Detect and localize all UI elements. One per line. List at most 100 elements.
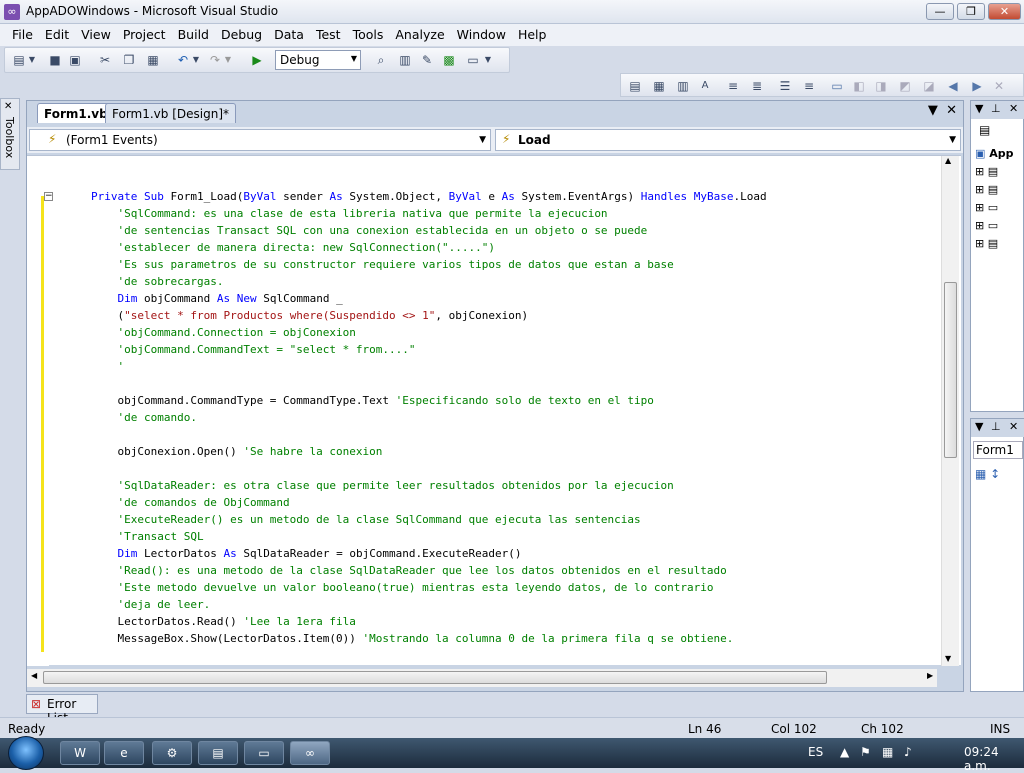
solution-configuration-select[interactable]: Debug ▼ <box>275 50 361 70</box>
tab-form1-design[interactable]: Form1.vb [Design]* <box>105 103 237 123</box>
copy-icon[interactable]: ❐ <box>121 52 137 68</box>
undo-icon[interactable]: ↶ <box>175 52 191 68</box>
explorer-taskbar-icon[interactable]: ▭ <box>244 741 284 765</box>
horizontal-scroll-thumb[interactable] <box>43 671 827 684</box>
align-centers-icon[interactable]: ▦ <box>651 78 667 94</box>
outdent-icon[interactable]: ≣ <box>749 78 765 94</box>
cut-icon[interactable]: ✂ <box>97 52 113 68</box>
paste-icon[interactable]: ▦ <box>145 52 161 68</box>
menu-help[interactable]: Help <box>512 24 553 42</box>
pin-icon[interactable]: ⊥ <box>991 102 1001 115</box>
dropdown-arrow-icon[interactable]: ▼ <box>27 52 37 68</box>
menu-window[interactable]: Window <box>451 24 512 42</box>
member-combo[interactable]: ⚡ Load ▼ <box>495 129 961 151</box>
panel-dropdown-icon[interactable]: ▼ <box>975 102 983 115</box>
bookmark-icon[interactable]: ▭ <box>829 78 845 94</box>
clock[interactable]: 09:24 a.m. <box>964 745 1024 773</box>
menu-build[interactable]: Build <box>172 24 215 42</box>
pin-icon[interactable]: ⊥ <box>991 420 1001 433</box>
toolbar-options-icon[interactable]: ▼ <box>483 52 493 68</box>
redo-dropdown-icon[interactable]: ▼ <box>223 52 233 68</box>
changed-lines-margin <box>41 196 44 652</box>
uncomment-icon[interactable]: ≡ <box>801 78 817 94</box>
notepad-taskbar-icon[interactable]: ▤ <box>198 741 238 765</box>
save-icon[interactable]: ■ <box>47 52 63 68</box>
object-combo[interactable]: ⚡ (Form1 Events) ▼ <box>29 129 491 151</box>
close-panel-icon[interactable]: ✕ <box>1009 420 1018 433</box>
next-doc-bookmark-icon[interactable]: ▶ <box>969 78 985 94</box>
categorized-icon[interactable]: ▦ ↕ <box>975 467 1000 481</box>
start-debugging-icon[interactable]: ▶ <box>249 52 265 68</box>
scroll-left-icon[interactable]: ◀ <box>31 671 37 680</box>
menu-test[interactable]: Test <box>310 24 347 42</box>
active-files-dropdown-icon[interactable]: ▼ <box>928 103 938 118</box>
word-taskbar-icon[interactable]: W <box>60 741 100 765</box>
solution-explorer-icon[interactable]: ▥ <box>397 52 413 68</box>
properties-object-select[interactable]: Form1 <box>973 441 1023 459</box>
code-token: sender <box>283 190 330 203</box>
vertical-scroll-thumb[interactable] <box>944 282 957 458</box>
scroll-up-icon[interactable]: ▲ <box>945 156 951 165</box>
show-hidden-icons-icon[interactable]: ▲ <box>840 745 849 759</box>
menu-file[interactable]: File <box>0 24 39 42</box>
internet-explorer-taskbar-icon[interactable]: e <box>104 741 144 765</box>
redo-icon[interactable]: ↷ <box>207 52 223 68</box>
align-rights-icon[interactable]: ▥ <box>675 78 691 94</box>
tree-node[interactable]: ⊞ ▭ <box>975 199 1014 217</box>
clear-bookmarks-icon[interactable]: ✕ <box>991 78 1007 94</box>
horizontal-scrollbar[interactable]: ◀ ▶ <box>27 669 937 687</box>
tree-root[interactable]: ▣ App <box>975 145 1014 163</box>
tree-node[interactable]: ⊞ ▤ <box>975 235 1014 253</box>
code-token: LectorDatos <box>144 547 224 560</box>
close-panel-icon[interactable]: ✕ <box>1009 102 1018 115</box>
toolbox-pin-icon[interactable]: ✕ <box>4 101 12 112</box>
next-folder-bookmark-icon[interactable]: ◪ <box>921 78 937 94</box>
show-all-files-icon[interactable]: ▤ <box>979 123 990 137</box>
minimize-button[interactable]: — <box>926 3 954 20</box>
code-line: 'de comando. <box>91 409 767 426</box>
scroll-right-icon[interactable]: ▶ <box>927 671 933 680</box>
volume-icon[interactable]: ♪ <box>904 745 912 759</box>
prev-bookmark-icon[interactable]: ◧ <box>851 78 867 94</box>
next-bookmark-icon[interactable]: ◨ <box>873 78 889 94</box>
menu-view[interactable]: View <box>75 24 117 42</box>
find-in-files-icon[interactable]: ⌕ <box>373 52 389 68</box>
menu-debug[interactable]: Debug <box>215 24 268 42</box>
tree-node[interactable]: ⊞ ▤ <box>975 181 1014 199</box>
start-button[interactable] <box>8 736 44 770</box>
visual-studio-taskbar-icon[interactable]: ∞ <box>290 741 330 765</box>
close-button[interactable]: ✕ <box>988 3 1021 20</box>
scroll-down-icon[interactable]: ▼ <box>945 654 951 663</box>
restore-button[interactable]: ❐ <box>957 3 985 20</box>
menu-project[interactable]: Project <box>117 24 172 42</box>
menu-analyze[interactable]: Analyze <box>389 24 450 42</box>
language-indicator[interactable]: ES <box>808 745 823 759</box>
indent-icon[interactable]: ≡ <box>725 78 741 94</box>
network-icon[interactable]: ▦ <box>882 745 893 759</box>
toolbox-icon[interactable]: ▭ <box>465 52 481 68</box>
menu-data[interactable]: Data <box>268 24 310 42</box>
tree-node[interactable]: ⊞ ▤ <box>975 163 1014 181</box>
outline-collapse-icon[interactable]: − <box>44 192 53 201</box>
properties-window-icon[interactable]: ✎ <box>419 52 435 68</box>
error-list-tab[interactable]: ⊠ Error List <box>26 694 98 725</box>
font-size-icon[interactable]: A <box>697 78 713 94</box>
vertical-scrollbar[interactable]: ▲ ▼ <box>941 156 959 666</box>
menu-tools[interactable]: Tools <box>347 24 390 42</box>
new-project-icon[interactable]: ▤ <box>11 52 27 68</box>
tree-node[interactable]: ⊞ ▭ <box>975 217 1014 235</box>
save-all-icon[interactable]: ▣ <box>67 52 83 68</box>
code-text-area[interactable]: − Private Sub Form1_Load(ByVal sender As… <box>27 155 961 666</box>
align-lefts-icon[interactable]: ▤ <box>627 78 643 94</box>
prev-folder-bookmark-icon[interactable]: ◩ <box>897 78 913 94</box>
prev-doc-bookmark-icon[interactable]: ◀ <box>945 78 961 94</box>
object-browser-icon[interactable]: ▩ <box>441 52 457 68</box>
panel-dropdown-icon[interactable]: ▼ <box>975 420 983 433</box>
tools-taskbar-icon[interactable]: ⚙ <box>152 741 192 765</box>
toolbox-tab[interactable]: ✕ Toolbox <box>0 98 20 170</box>
undo-dropdown-icon[interactable]: ▼ <box>191 52 201 68</box>
action-center-icon[interactable]: ⚑ <box>860 745 871 759</box>
close-tab-icon[interactable]: ✕ <box>946 103 957 118</box>
menu-edit[interactable]: Edit <box>39 24 75 42</box>
comment-icon[interactable]: ☰ <box>777 78 793 94</box>
